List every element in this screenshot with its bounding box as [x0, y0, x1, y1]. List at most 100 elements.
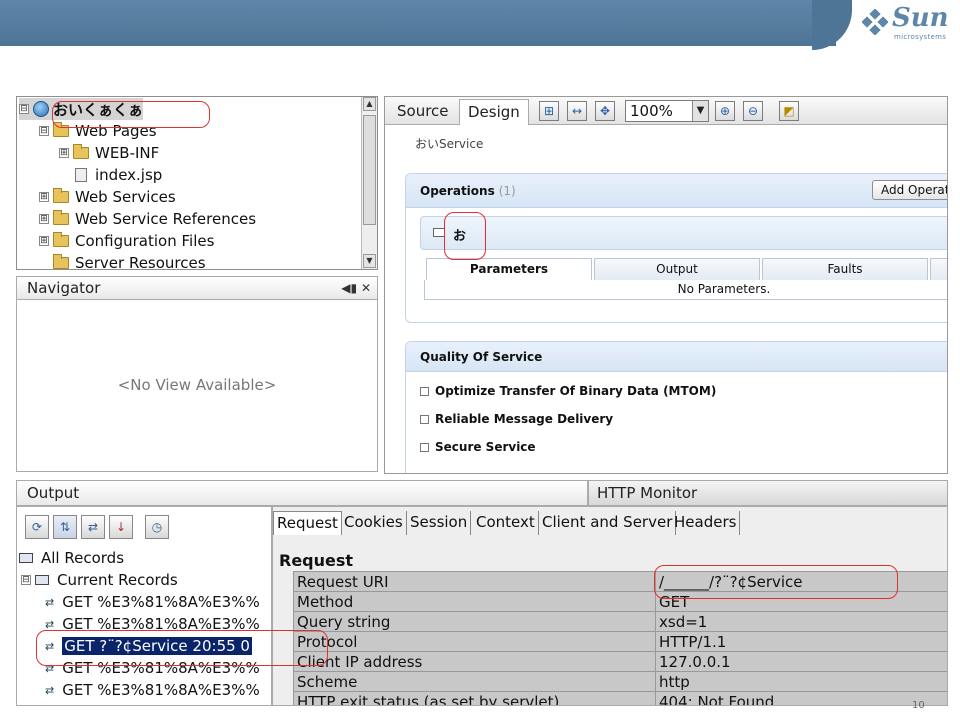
request-value: http — [655, 671, 947, 692]
collapse-icon[interactable]: ⊟ — [39, 126, 49, 136]
navigator-body: <No View Available> — [16, 300, 378, 472]
folder-icon — [53, 210, 69, 225]
zoom-actual-icon[interactable]: ✥ — [595, 101, 615, 121]
request-icon: ⇄ — [45, 595, 55, 609]
http-monitor-header[interactable]: HTTP Monitor — [588, 480, 948, 506]
scroll-thumb[interactable] — [363, 115, 376, 225]
checkbox[interactable] — [420, 442, 429, 452]
folder-icon — [19, 553, 33, 563]
chevron-down-icon[interactable]: ▼ — [692, 101, 708, 121]
globe-icon — [33, 101, 49, 117]
sun-logo: Sun microsystems — [862, 3, 952, 43]
zoom-value: 100% — [630, 102, 673, 120]
request-value: xsd=1 — [655, 611, 947, 632]
tab-faults[interactable]: Faults — [762, 258, 928, 280]
request-key: Scheme — [293, 671, 656, 692]
annotation-selected-record — [36, 630, 328, 666]
record-row[interactable]: ⇄ GET %E3%81%8A%E3%% — [45, 679, 260, 701]
qos-option-label: Optimize Transfer Of Binary Data (MTOM) — [435, 384, 717, 398]
table-row: Query string xsd=1 — [293, 611, 947, 632]
tree-item-web-service-references[interactable]: ⊞ Web Service References — [39, 208, 256, 230]
tab-session[interactable]: Session — [407, 511, 472, 535]
table-row: Client IP address 127.0.0.1 — [293, 651, 947, 672]
operation-row[interactable]: お — [420, 216, 947, 250]
operations-title-text: Operations — [420, 184, 495, 198]
tree-item-web-inf[interactable]: ⊞ WEB-INF — [59, 142, 159, 164]
page-number: 10 — [912, 700, 925, 711]
qos-title: Quality Of Service — [420, 350, 543, 364]
current-records[interactable]: ⊟ Current Records — [21, 569, 178, 591]
output-header[interactable]: Output — [16, 480, 588, 506]
tab-output[interactable]: Output — [594, 258, 760, 280]
fit-page-icon[interactable]: ⊞ — [539, 101, 559, 121]
records-panel: ⟳ ⇅ ⇄ ↓ ◷ All Records ⊟ Current Records … — [16, 506, 272, 706]
folder-icon — [53, 188, 69, 203]
test-icon[interactable]: ◩ — [779, 101, 799, 121]
zoom-select[interactable]: 100% ▼ — [625, 100, 709, 122]
tab-client-and-server[interactable]: Client and Server — [539, 511, 677, 535]
vertical-scrollbar[interactable]: ▲ ▼ — [361, 97, 377, 269]
request-key: Protocol — [293, 631, 656, 652]
all-records[interactable]: All Records — [19, 547, 124, 569]
tab-context[interactable]: Context — [473, 511, 539, 535]
banner-curve — [812, 0, 852, 50]
qos-option-label: Secure Service — [435, 440, 536, 454]
tree-item-server-resources[interactable]: Server Resources — [53, 252, 206, 269]
table-row: Scheme http — [293, 671, 947, 692]
qos-option-reliable[interactable]: Reliable Message Delivery — [420, 412, 613, 426]
collapse-icon[interactable]: ⊟ — [19, 104, 29, 114]
tree-item-label: WEB-INF — [95, 144, 160, 162]
expand-icon[interactable]: ⊞ — [39, 236, 49, 246]
qos-card: Quality Of Service Optimize Transfer Of … — [405, 341, 947, 473]
request-key: HTTP exit status (as set by servlet) — [293, 691, 656, 705]
tab-source[interactable]: Source — [389, 99, 457, 125]
no-parameters-text: No Parameters. — [424, 280, 947, 300]
sun-logo-icon — [862, 9, 888, 35]
expand-icon[interactable]: ⊞ — [39, 192, 49, 202]
collapse-icon[interactable]: ⊟ — [21, 575, 31, 585]
tree-item-web-services[interactable]: ⊞ Web Services — [39, 186, 176, 208]
zoom-out-icon[interactable]: ⊖ — [743, 101, 763, 121]
tab-parameters[interactable]: Parameters — [426, 258, 592, 280]
navigator-controls[interactable]: ◀▮ ✕ — [341, 277, 371, 299]
reload-icon[interactable]: ⟳ — [25, 515, 49, 539]
record-label: GET %E3%81%8A%E3%% — [62, 593, 260, 611]
tree-item-configuration-files[interactable]: ⊞ Configuration Files — [39, 230, 214, 252]
service-name: おいService — [415, 137, 484, 151]
fit-width-icon[interactable]: ↔ — [567, 101, 587, 121]
request-icon: ⇄ — [45, 617, 55, 631]
sort-icon[interactable]: ⇅ — [53, 515, 77, 539]
annotation-project-name — [52, 101, 210, 128]
checkbox[interactable] — [420, 414, 429, 424]
tree-item-index-jsp[interactable]: index.jsp — [75, 164, 162, 186]
tab-headers[interactable]: Headers — [671, 511, 741, 535]
scroll-down-icon[interactable]: ▼ — [363, 254, 376, 268]
tab-cookies[interactable]: Cookies — [341, 511, 407, 535]
tree-item-label: Web Services — [75, 188, 176, 206]
clock-icon[interactable]: ◷ — [145, 515, 169, 539]
tab-overflow[interactable] — [930, 258, 947, 280]
sun-logo-word: Sun — [892, 3, 949, 33]
tab-design[interactable]: Design — [459, 99, 529, 125]
request-key: Method — [293, 591, 656, 612]
add-operation-button[interactable]: Add Operation... — [872, 180, 947, 200]
expand-icon[interactable]: ⊞ — [59, 148, 69, 158]
filter-icon[interactable]: ⇄ — [81, 515, 105, 539]
request-title: Request — [279, 551, 354, 570]
qos-option-mtom[interactable]: Optimize Transfer Of Binary Data (MTOM) — [420, 384, 716, 398]
navigator-empty-text: <No View Available> — [117, 376, 277, 394]
qos-option-secure[interactable]: Secure Service — [420, 440, 536, 454]
expand-icon[interactable]: ⊞ — [39, 214, 49, 224]
sun-logo-sub: microsystems — [894, 33, 947, 41]
annotation-request-uri — [654, 565, 898, 599]
banner-bar — [0, 0, 836, 46]
zoom-in-icon[interactable]: ⊕ — [715, 101, 735, 121]
scroll-up-icon[interactable]: ▲ — [363, 97, 376, 111]
operations-count: (1) — [498, 184, 516, 198]
checkbox[interactable] — [420, 386, 429, 396]
record-row[interactable]: ⇄ GET %E3%81%8A%E3%% — [45, 591, 260, 613]
sort-alpha-icon[interactable]: ↓ — [109, 515, 133, 539]
operations-header: Operations(1) Add Operation... — [406, 174, 947, 208]
request-value: HTTP/1.1 — [655, 631, 947, 652]
tab-request[interactable]: Request — [273, 511, 342, 535]
